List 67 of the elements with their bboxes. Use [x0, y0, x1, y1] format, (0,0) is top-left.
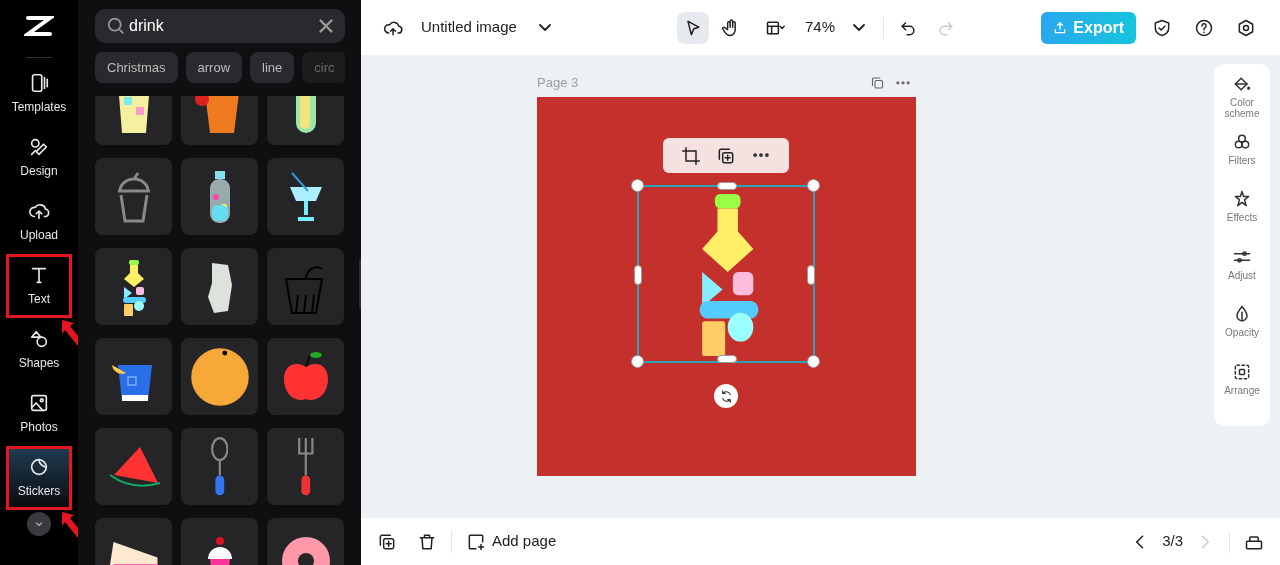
resize-handle[interactable] [634, 265, 642, 285]
select-tool-button[interactable] [677, 11, 709, 44]
export-icon [1053, 20, 1068, 35]
resize-handle[interactable] [717, 182, 737, 190]
shield-check-icon [1152, 17, 1172, 38]
chevron-down-icon [538, 24, 551, 31]
resize-handle[interactable] [807, 355, 820, 368]
nav-item[interactable]: Text [6, 254, 72, 318]
close-icon[interactable] [319, 19, 333, 33]
sticker-tile[interactable] [267, 158, 344, 235]
resize-handle[interactable] [807, 179, 820, 192]
photo-icon [28, 392, 50, 414]
suggestion-chip[interactable]: Christmas [95, 52, 178, 83]
sticker-tile[interactable] [95, 338, 172, 415]
sticker-tile[interactable] [181, 158, 258, 235]
tool-item[interactable]: Color scheme [1215, 74, 1269, 132]
spoon-drawing [210, 436, 229, 497]
settings-icon [1236, 17, 1256, 38]
sticker-tile[interactable] [181, 248, 258, 325]
nav-item[interactable]: Shapes [6, 318, 72, 382]
suggestion-chip[interactable]: arrow [185, 52, 243, 83]
crop-icon [680, 145, 701, 166]
sticker-icon [28, 456, 50, 478]
sticker-tile[interactable] [267, 338, 344, 415]
sticker-tile[interactable] [95, 158, 172, 235]
nav-item[interactable]: Upload [6, 190, 72, 254]
sparkle-star-icon [1232, 189, 1252, 209]
cake-drawing [108, 541, 159, 565]
nav-item[interactable]: Templates [6, 62, 72, 126]
nav-item[interactable]: Design [6, 126, 72, 190]
design-icon [28, 136, 50, 158]
bottle-sticker-drawing[interactable] [697, 191, 761, 359]
expand-button[interactable] [27, 512, 51, 536]
tool-item[interactable]: Adjust [1215, 246, 1269, 304]
help-icon [1194, 17, 1214, 38]
sticker-tile[interactable] [181, 338, 258, 415]
more-icon [896, 81, 910, 85]
resize-handle[interactable] [631, 179, 644, 192]
sticker-tile[interactable] [95, 428, 172, 505]
add-page-button[interactable]: Add page [460, 530, 563, 553]
search-field[interactable]: drink [95, 9, 345, 43]
rotate-handle[interactable] [714, 384, 738, 408]
nav-item[interactable]: Photos [6, 382, 72, 446]
resize-handle[interactable] [807, 265, 815, 285]
resize-handle[interactable] [717, 355, 737, 363]
suggestion-chip[interactable]: line [250, 52, 295, 83]
page-counter: 3/3 [1161, 531, 1184, 552]
citrus-fruit-drawing [189, 346, 250, 407]
page-label: Page 3 [537, 74, 579, 93]
resize-handle[interactable] [631, 355, 644, 368]
nav-item[interactable]: Stickers [6, 446, 72, 510]
sticker-tile[interactable] [267, 248, 344, 325]
search-icon [107, 17, 125, 35]
sticker-tile[interactable] [267, 428, 344, 505]
more-icon [753, 153, 770, 158]
shapes-icon [28, 328, 50, 350]
logo-icon[interactable] [24, 14, 54, 38]
tool-item[interactable]: Opacity [1215, 304, 1269, 362]
sticker-tile[interactable] [95, 248, 172, 325]
tool-item[interactable]: Effects [1215, 189, 1269, 247]
sticker-tile[interactable] [181, 428, 258, 505]
zoom-level[interactable]: 74% [797, 16, 844, 39]
tool-item[interactable]: Arrange [1215, 361, 1269, 419]
fork-drawing [296, 436, 315, 497]
document-title[interactable]: Untitled image [415, 16, 523, 39]
tool-item[interactable]: Filters [1215, 131, 1269, 189]
chevron-down-icon [853, 24, 866, 31]
